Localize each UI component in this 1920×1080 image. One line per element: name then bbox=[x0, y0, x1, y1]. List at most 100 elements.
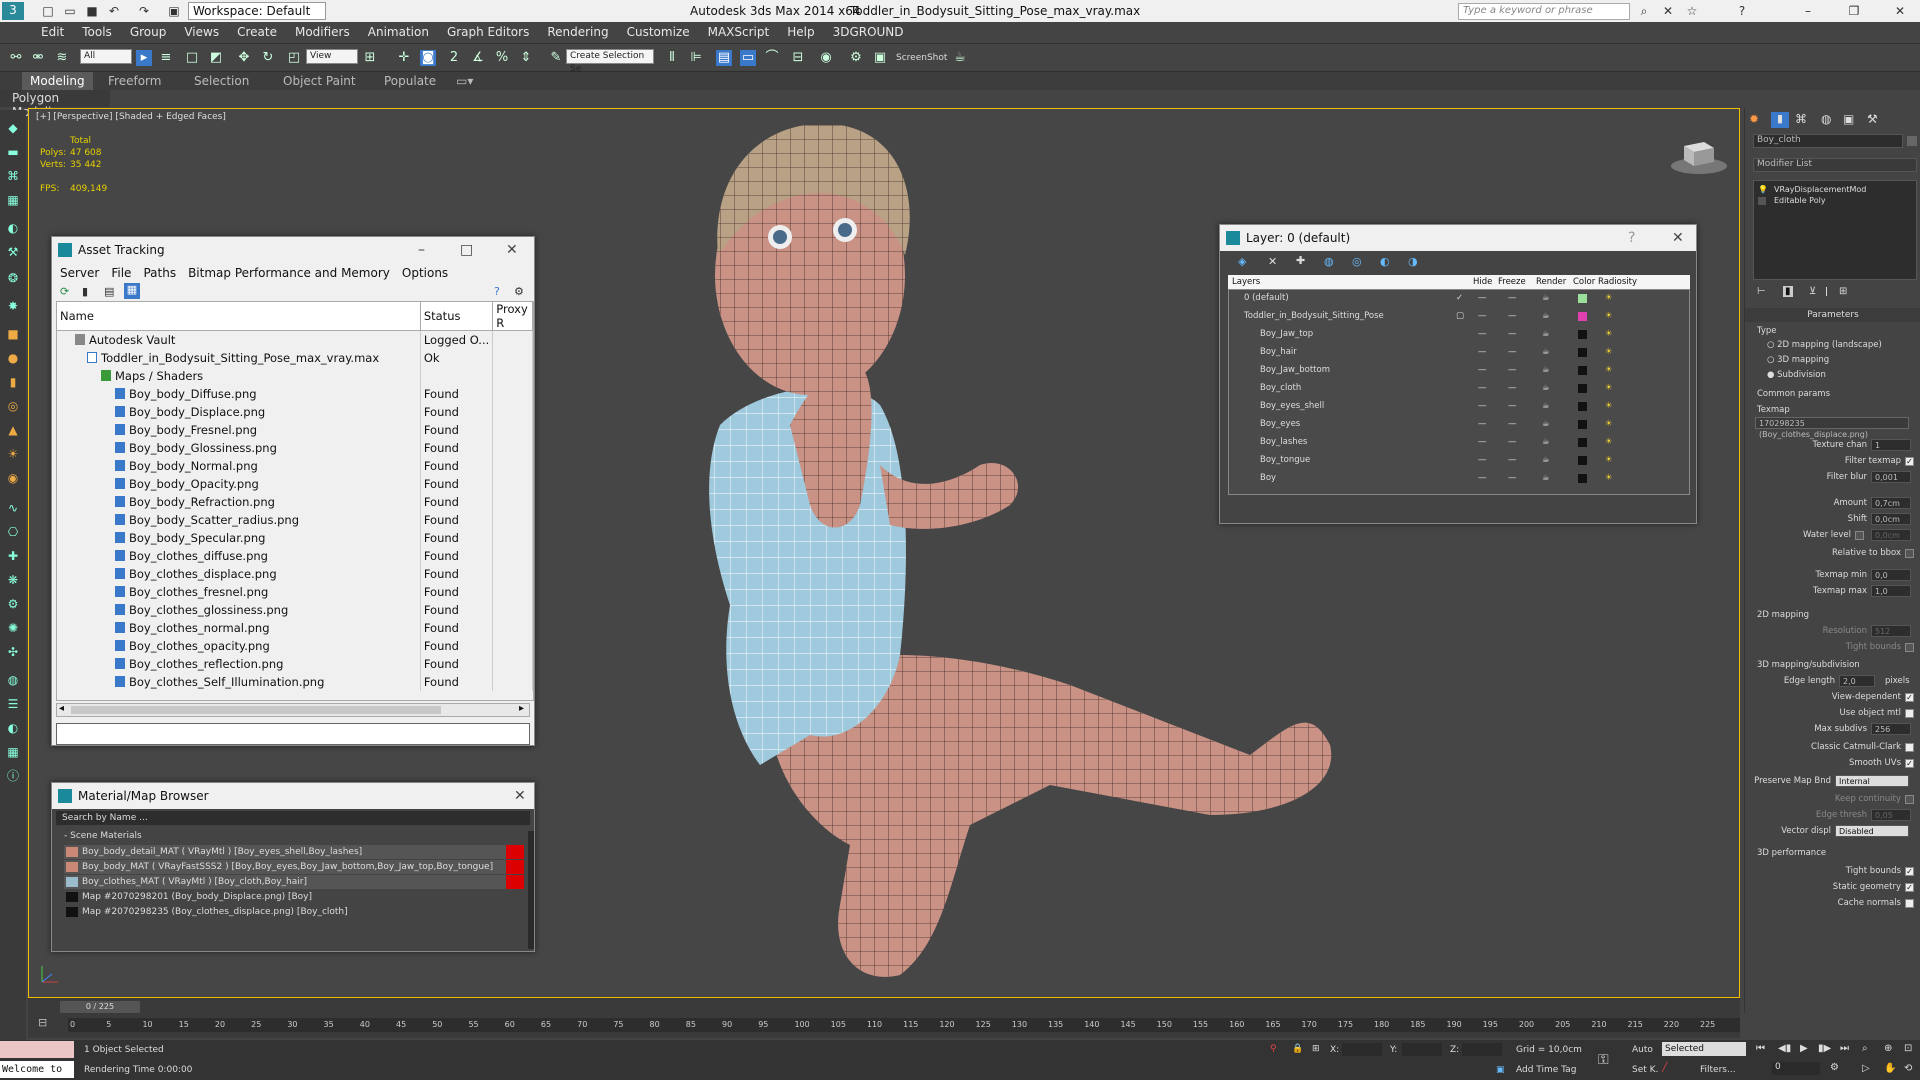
zoom-icon[interactable]: ⌕ bbox=[1862, 1043, 1868, 1054]
help-icon[interactable]: ? bbox=[1734, 3, 1750, 19]
select-by-name-icon[interactable]: ≡ bbox=[158, 50, 174, 66]
mirror-icon[interactable]: ⫴ bbox=[664, 50, 680, 66]
tight-bounds-checkbox[interactable]: ✓ bbox=[1905, 867, 1914, 876]
radio-2d-mapping[interactable]: ○ 2D mapping (landscape) bbox=[1767, 340, 1882, 350]
modify-tab-icon[interactable]: ▮ bbox=[1771, 112, 1789, 128]
modifier-list-dropdown[interactable]: Modifier List bbox=[1753, 158, 1917, 172]
relative-bbox-checkbox[interactable] bbox=[1905, 549, 1914, 558]
column-hide[interactable]: Hide bbox=[1473, 275, 1492, 289]
tab-modeling[interactable]: Modeling bbox=[22, 72, 93, 90]
zoom-all-icon[interactable]: ⊕ bbox=[1884, 1043, 1892, 1054]
layer-color-swatch[interactable] bbox=[1578, 420, 1587, 429]
render-frame-icon[interactable]: ▣ bbox=[872, 50, 888, 66]
column-radiosity[interactable]: Radiosity bbox=[1598, 275, 1637, 289]
resolution-spinner[interactable]: 512 bbox=[1871, 625, 1911, 637]
shape-icon[interactable]: ❂ bbox=[5, 270, 21, 286]
layer-row[interactable]: Boy_cloth — — ☕ ☀ bbox=[1228, 379, 1690, 397]
reference-coord-dropdown[interactable]: View bbox=[306, 49, 358, 64]
material-search-input[interactable]: Search by Name ... bbox=[56, 811, 530, 825]
render-teapot-icon[interactable]: ☕ bbox=[1542, 469, 1550, 487]
minimize-icon[interactable]: – bbox=[1800, 3, 1816, 19]
menu-edit[interactable]: Edit bbox=[32, 22, 73, 39]
table-row[interactable]: Autodesk Vault Logged O... bbox=[57, 330, 533, 349]
column-status[interactable]: Status bbox=[420, 302, 494, 331]
radiosity-icon[interactable]: ☀ bbox=[1605, 343, 1613, 361]
selection-filter-dropdown[interactable]: All bbox=[80, 49, 132, 64]
menu-file[interactable]: File bbox=[105, 263, 137, 283]
material-sphere-icon[interactable]: ◍ bbox=[5, 672, 21, 688]
layer-color-swatch[interactable] bbox=[1578, 402, 1587, 411]
table-row[interactable]: Boy_body_Diffuse.png Found bbox=[57, 384, 533, 403]
keep-continuity-checkbox[interactable] bbox=[1905, 795, 1914, 804]
grid-icon[interactable]: ▦ bbox=[5, 744, 21, 760]
layer-row[interactable]: Boy — — ☕ ☀ bbox=[1228, 469, 1690, 487]
table-row[interactable]: Boy_body_Refraction.png Found bbox=[57, 492, 533, 511]
table-row[interactable]: Boy_clothes_opacity.png Found bbox=[57, 636, 533, 655]
unlink-icon[interactable]: ⚮ bbox=[30, 50, 46, 66]
layer-row[interactable]: Boy_Jaw_bottom — — ☕ ☀ bbox=[1228, 361, 1690, 379]
table-row[interactable]: Boy_body_Displace.png Found bbox=[57, 402, 533, 421]
lightbulb-icon[interactable]: 💡 bbox=[1758, 185, 1768, 194]
next-frame-icon[interactable]: ▮▶ bbox=[1818, 1043, 1831, 1054]
close-icon[interactable]: ✕ bbox=[1892, 3, 1908, 19]
menu-server[interactable]: Server bbox=[54, 263, 105, 283]
max-subdivs-spinner[interactable]: 256 bbox=[1871, 723, 1911, 735]
view-dependent-checkbox[interactable]: ✓ bbox=[1905, 693, 1914, 702]
create-layer-icon[interactable]: ◈ bbox=[1238, 255, 1246, 268]
water-level-spinner[interactable]: 0,0cm bbox=[1871, 529, 1911, 541]
radiosity-icon[interactable]: ☀ bbox=[1605, 325, 1613, 343]
render-icon[interactable]: ◐ bbox=[5, 720, 21, 736]
absolute-mode-icon[interactable]: ⊞ bbox=[1312, 1044, 1320, 1054]
radiosity-icon[interactable]: ☀ bbox=[1605, 379, 1613, 397]
lock-selection-icon[interactable]: ⚲ bbox=[1270, 1044, 1277, 1054]
display-icon[interactable]: ◐ bbox=[5, 220, 21, 236]
camera-icon[interactable]: ⎔ bbox=[5, 524, 21, 540]
texmap-button[interactable]: 170298235 (Boy_clothes_displace.png) bbox=[1755, 417, 1909, 439]
field-of-view-icon[interactable]: ▷ bbox=[1862, 1063, 1870, 1074]
table-row[interactable]: Boy_body_Normal.png Found bbox=[57, 456, 533, 475]
table-row[interactable]: Boy_body_Glossiness.png Found bbox=[57, 438, 533, 457]
parameters-rollout[interactable]: Parameters bbox=[1745, 308, 1920, 322]
select-objects-icon[interactable]: ◍ bbox=[1324, 255, 1334, 268]
tab-selection[interactable]: Selection bbox=[194, 74, 249, 88]
sun-icon[interactable]: ☀ bbox=[5, 446, 21, 462]
layer-color-swatch[interactable] bbox=[1578, 438, 1587, 447]
maxscript-welcome[interactable]: Welcome to bbox=[0, 1061, 74, 1078]
particle-icon[interactable]: ✺ bbox=[5, 620, 21, 636]
app-logo-icon[interactable]: 3 bbox=[2, 2, 24, 20]
menu-rendering[interactable]: Rendering bbox=[538, 22, 617, 39]
table-row[interactable]: Boy_clothes_glossiness.png Found bbox=[57, 600, 533, 619]
time-config-icon[interactable]: ⚙ bbox=[1830, 1062, 1839, 1073]
layer-row[interactable]: Toddler_in_Bodysuit_Sitting_Pose ▢ — — ☕ ☀ bbox=[1228, 307, 1690, 325]
new-file-icon[interactable]: □ bbox=[40, 3, 56, 19]
filter-blur-spinner[interactable]: 0,001 bbox=[1871, 471, 1911, 483]
edge-thresh-spinner[interactable]: 0,05 bbox=[1871, 809, 1911, 821]
render-setup-icon[interactable]: ⚙ bbox=[848, 50, 864, 66]
settings-icon[interactable]: ⚙ bbox=[514, 285, 524, 298]
column-name[interactable]: Name bbox=[57, 302, 421, 331]
schematic-view-icon[interactable]: ⊟ bbox=[790, 50, 806, 66]
pan-icon[interactable]: ✋ bbox=[1884, 1063, 1896, 1074]
list-item[interactable]: Map #2070298235 (Boy_clothes_displace.pn… bbox=[64, 905, 524, 919]
align-icon[interactable]: ⊫ bbox=[688, 50, 704, 66]
preserve-map-dropdown[interactable]: Internal bbox=[1835, 775, 1909, 787]
play-icon[interactable]: ▶ bbox=[1800, 1043, 1808, 1054]
tight-bounds-2d-checkbox[interactable] bbox=[1905, 643, 1914, 652]
menu-bitmap-performance[interactable]: Bitmap Performance and Memory bbox=[182, 263, 396, 283]
refresh-icon[interactable]: ⟳ bbox=[60, 285, 69, 298]
use-object-mtl-checkbox[interactable] bbox=[1905, 709, 1914, 718]
radiosity-icon[interactable]: ☀ bbox=[1605, 433, 1613, 451]
modify-icon[interactable]: ▬ bbox=[5, 144, 21, 160]
list-item[interactable]: Boy_body_detail_MAT ( VRayMtl ) [Boy_eye… bbox=[64, 845, 524, 859]
menu-animation[interactable]: Animation bbox=[359, 22, 438, 39]
minimize-icon[interactable]: – bbox=[418, 237, 425, 263]
key-mode-icon[interactable]: ╱ bbox=[1662, 1063, 1667, 1073]
vertical-scrollbar[interactable] bbox=[528, 831, 534, 949]
layer-color-swatch[interactable] bbox=[1578, 330, 1587, 339]
edge-length-spinner[interactable]: 2,0 bbox=[1839, 675, 1875, 687]
bind-space-warp-icon[interactable]: ≋ bbox=[54, 50, 70, 66]
tab-populate[interactable]: Populate bbox=[384, 74, 436, 88]
scroll-right-icon[interactable]: ▸ bbox=[519, 703, 524, 714]
table-row[interactable]: Boy_clothes_displace.png Found bbox=[57, 564, 533, 583]
render-teapot-icon[interactable]: ☕ bbox=[952, 50, 968, 66]
